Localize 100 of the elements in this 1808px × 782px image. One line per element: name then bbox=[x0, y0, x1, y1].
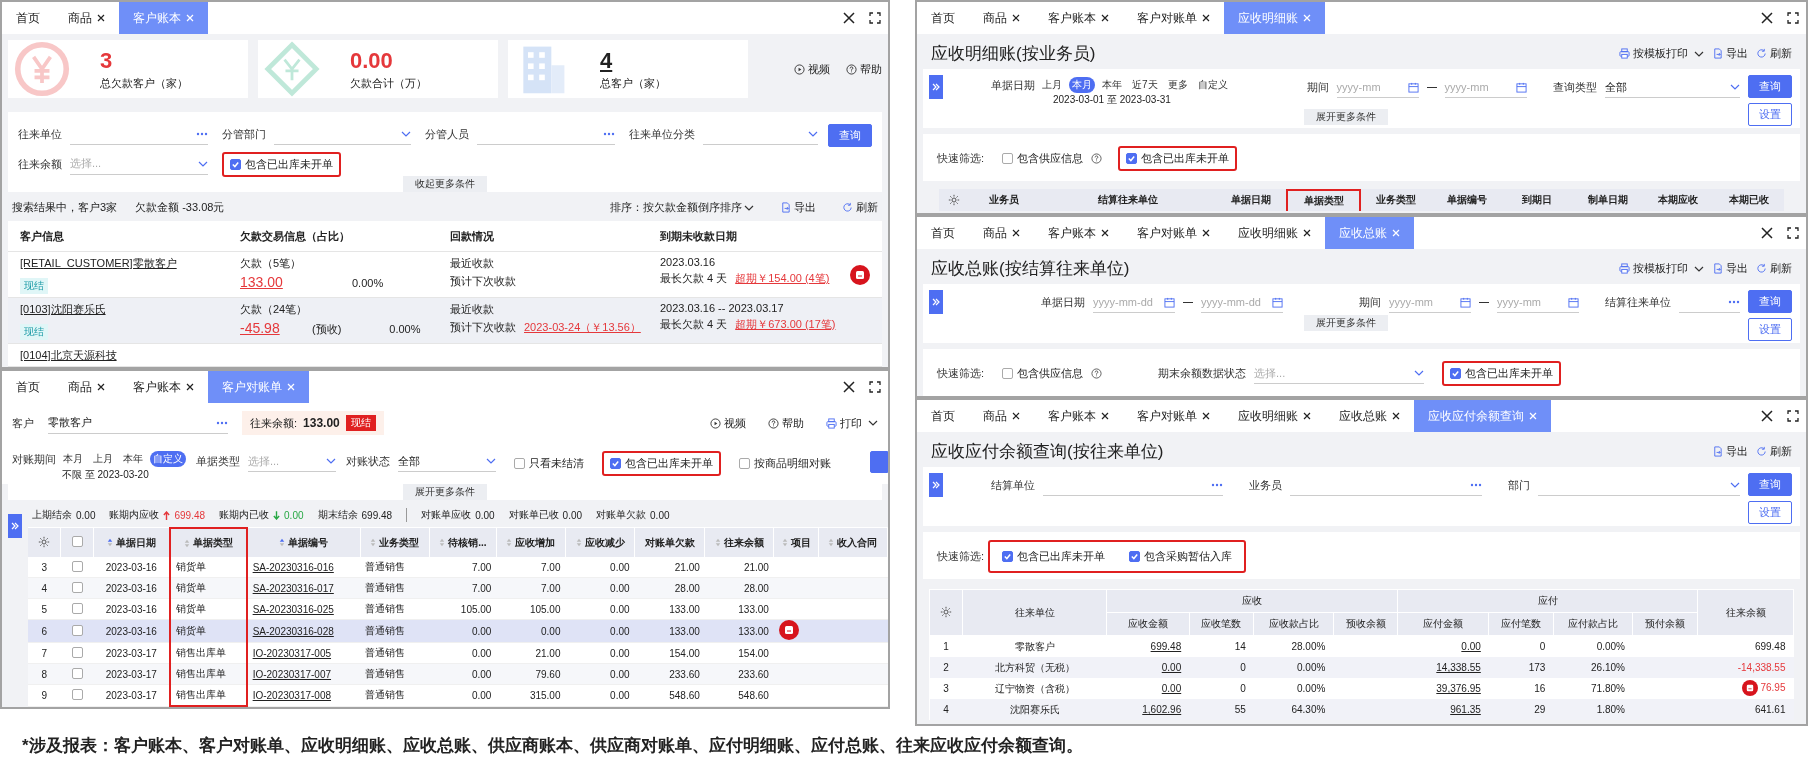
column-header[interactable]: 单据日期 bbox=[1215, 189, 1287, 211]
column-header[interactable]: 单据日期 bbox=[93, 528, 171, 557]
document-link[interactable]: SA-20230316-025 bbox=[246, 598, 361, 620]
tab[interactable]: 客户对账单 bbox=[1123, 400, 1224, 432]
close-icon[interactable] bbox=[1761, 227, 1773, 239]
close-icon[interactable] bbox=[1012, 229, 1020, 237]
document-link[interactable]: SA-20230316-016 bbox=[246, 557, 361, 578]
period-chip[interactable]: 近7天 bbox=[1129, 77, 1161, 93]
amount-link[interactable]: 0.00 bbox=[1106, 657, 1190, 678]
checkbox[interactable]: 包含已出库未开单 bbox=[221, 151, 341, 177]
action-link[interactable]: 帮助 bbox=[768, 415, 804, 431]
column-header[interactable]: 单据编号 bbox=[246, 528, 361, 557]
tab[interactable]: 应收总账 bbox=[1325, 400, 1414, 432]
action-link[interactable]: 导出 bbox=[1712, 261, 1748, 276]
customer-link[interactable]: [RETAIL_CUSTOMER]零散客户 bbox=[20, 256, 177, 271]
close-icon[interactable] bbox=[97, 14, 105, 22]
query-button[interactable]: 查询 bbox=[1748, 473, 1792, 496]
table-row[interactable]: 4 沈阳赛乐氏 1,602.96 55 64.30% 961.35 29 1.80% 641.61 bbox=[929, 699, 1794, 720]
period-chip[interactable]: 上月 bbox=[1039, 77, 1065, 93]
settings-icon[interactable] bbox=[948, 194, 960, 206]
expand-toggle[interactable]: 展开更多条件 bbox=[1303, 315, 1388, 331]
action-link[interactable]: 打印 bbox=[826, 415, 878, 431]
table-row[interactable]: 9 2023-03-17 销售出库单 IO-20230317-008 普通销售 0.00 315.00 0.00 548.60 548.60 bbox=[28, 684, 888, 706]
close-icon[interactable] bbox=[186, 383, 194, 391]
table-row[interactable]: 2 北方科贸（无税） 0.00 0 0.00% 14,338.55 173 26.10% -14,338.55 bbox=[929, 657, 1794, 678]
tab[interactable]: 首页 bbox=[917, 2, 969, 34]
close-icon[interactable] bbox=[1101, 229, 1109, 237]
column-header[interactable]: 单据类型 bbox=[1286, 189, 1361, 211]
close-icon[interactable] bbox=[1761, 12, 1773, 24]
help-icon[interactable] bbox=[1091, 368, 1103, 379]
checkbox[interactable]: 包含供应信息 bbox=[994, 146, 1111, 171]
column-header[interactable]: 本期应收 bbox=[1642, 189, 1714, 211]
row-checkbox[interactable] bbox=[71, 581, 83, 593]
amount-link[interactable]: 14,338.55 bbox=[1397, 657, 1489, 678]
fullscreen-icon[interactable] bbox=[1787, 410, 1799, 422]
tab[interactable]: 客户账本 bbox=[1034, 2, 1123, 34]
row-checkbox[interactable] bbox=[71, 602, 83, 614]
checkbox[interactable]: 包含已出库未开单 bbox=[602, 451, 721, 476]
fullscreen-icon[interactable] bbox=[869, 12, 881, 24]
column-header[interactable]: 业务类型 bbox=[360, 528, 430, 557]
collapse-toggle[interactable]: 收起更多条件 bbox=[403, 176, 487, 192]
tab[interactable]: 商品 bbox=[969, 2, 1034, 34]
customer-link[interactable]: [0104]北京天源科技 bbox=[20, 348, 117, 363]
tab[interactable]: 首页 bbox=[2, 2, 54, 34]
amount-link[interactable]: 0.00 bbox=[1106, 678, 1190, 699]
period-chip[interactable]: 自定义 bbox=[150, 451, 186, 467]
amount-link[interactable]: 1,602.96 bbox=[1106, 699, 1190, 720]
close-icon[interactable] bbox=[843, 12, 855, 24]
amount-link[interactable]: 961.35 bbox=[1397, 699, 1489, 720]
document-link[interactable]: IO-20230317-008 bbox=[246, 684, 361, 706]
query-button[interactable]: 查询 bbox=[1748, 290, 1792, 313]
column-header[interactable]: 到期日 bbox=[1501, 189, 1573, 211]
record-icon[interactable] bbox=[1742, 679, 1759, 696]
column-header[interactable]: 本期已收 bbox=[1713, 189, 1784, 211]
column-header[interactable]: 业务员 bbox=[969, 189, 1040, 211]
column-header[interactable]: 应收增加 bbox=[496, 528, 566, 557]
tab[interactable]: 商品 bbox=[969, 400, 1034, 432]
action-link[interactable]: 视频 bbox=[710, 415, 746, 431]
close-icon[interactable] bbox=[1303, 229, 1311, 237]
input-field[interactable]: 零散客户 bbox=[48, 412, 228, 434]
settings-button[interactable]: 设置 bbox=[1748, 103, 1792, 126]
action-link[interactable]: 导出 bbox=[780, 200, 816, 215]
expand-sidebar-button[interactable] bbox=[929, 290, 943, 314]
row-checkbox[interactable] bbox=[71, 667, 83, 679]
document-link[interactable]: IO-20230317-005 bbox=[246, 642, 361, 664]
table-row[interactable]: 8 2023-03-17 销售出库单 IO-20230317-007 普通销售 0.00 79.60 0.00 233.60 233.60 bbox=[28, 663, 888, 685]
column-header[interactable]: 待核销... bbox=[429, 528, 497, 557]
debt-amount[interactable]: 133.00 bbox=[240, 274, 304, 290]
column-header[interactable]: 单据编号 bbox=[1431, 189, 1502, 211]
fullscreen-icon[interactable] bbox=[869, 381, 881, 393]
row-checkbox[interactable] bbox=[71, 646, 83, 658]
close-icon[interactable] bbox=[1202, 412, 1210, 420]
action-link[interactable]: 帮助 bbox=[846, 62, 882, 77]
table-row[interactable]: [0103]沈阳赛乐氏 现结 欠款（24笔） -45.98 (预收) 0.00% 最近收款 预计下次收款 2023-03-24（￥13.56） 2023.03.16 -- 2023.03.17 最长欠款 4 天 超期￥673.00 (17笔) bbox=[8, 298, 882, 344]
close-icon[interactable] bbox=[1761, 410, 1773, 422]
payment-link[interactable]: 2023-03-24（￥13.56） bbox=[524, 320, 641, 335]
close-icon[interactable] bbox=[1101, 412, 1109, 420]
tab[interactable]: 首页 bbox=[917, 400, 969, 432]
period-chip[interactable]: 本月 bbox=[60, 451, 86, 467]
query-button[interactable]: 查询 bbox=[828, 124, 872, 147]
fullscreen-icon[interactable] bbox=[1787, 12, 1799, 24]
action-link[interactable]: 刷新 bbox=[1756, 444, 1792, 459]
column-header[interactable]: 收入合同 bbox=[818, 528, 888, 557]
table-row[interactable]: 1 零散客户 699.48 14 28.00% 0.00 0 0.00% 699.48 bbox=[929, 635, 1794, 657]
record-icon[interactable] bbox=[850, 265, 870, 285]
tab[interactable]: 客户对账单 bbox=[1123, 217, 1224, 249]
close-icon[interactable] bbox=[1392, 412, 1400, 420]
column-header[interactable]: 单据类型 bbox=[170, 528, 247, 557]
tab[interactable]: 客户账本 bbox=[119, 371, 208, 403]
period-chip[interactable]: 本年 bbox=[1099, 77, 1125, 93]
action-link[interactable]: 视频 bbox=[794, 62, 830, 77]
record-icon[interactable] bbox=[778, 620, 799, 640]
amount-link[interactable]: 0.00 bbox=[1397, 635, 1489, 657]
checkbox[interactable]: 只看未结清 bbox=[506, 451, 592, 476]
tab[interactable]: 客户账本 bbox=[1034, 217, 1123, 249]
checkbox[interactable]: 按商品明细对账 bbox=[731, 451, 839, 476]
select-field[interactable]: 全部 bbox=[398, 451, 496, 472]
table-row[interactable]: 4 2023-03-16 销货单 SA-20230316-017 普通销售 7.00 7.00 0.00 28.00 28.00 bbox=[28, 577, 888, 599]
action-link[interactable]: 刷新 bbox=[842, 200, 878, 215]
column-header[interactable]: 对账单欠款 bbox=[634, 528, 705, 557]
